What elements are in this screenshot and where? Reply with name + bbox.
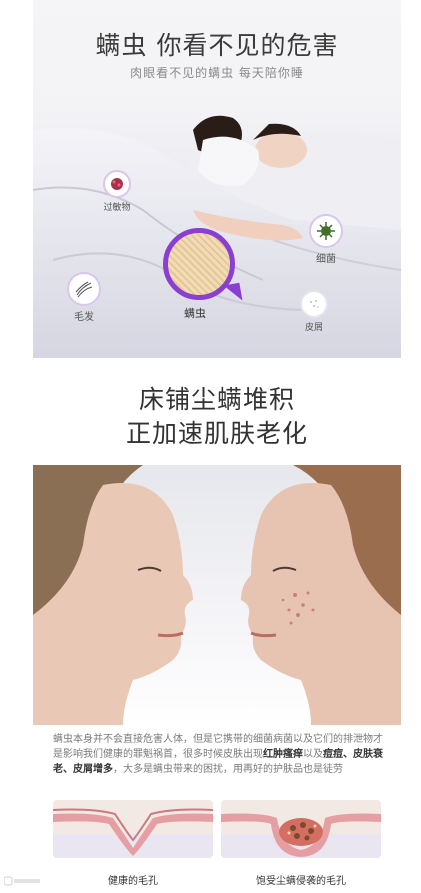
faces-illustration xyxy=(33,465,401,725)
callout-allergen: 过敏物 xyxy=(103,170,131,213)
healthy-pore-diagram xyxy=(53,800,213,858)
hair-label: 毛发 xyxy=(74,312,94,323)
panel2-title-line1: 床铺尘螨堆积 xyxy=(138,385,295,414)
paragraph-part2: 以及 xyxy=(303,749,323,760)
infested-pore-diagram xyxy=(221,800,381,858)
mite-pointer-arrow xyxy=(223,282,243,304)
bacteria-icon xyxy=(309,214,343,248)
callout-dandruff: 皮屑 xyxy=(300,290,328,333)
mite-hazard-panel: 螨虫 你看不见的危害 肉眼看不见的螨虫 每天陪你睡 过敏物 细菌 毛发 皮屑 螨… xyxy=(33,0,401,358)
hair-icon xyxy=(67,272,101,306)
faces-comparison-image xyxy=(33,465,401,725)
paragraph-part3: ，大多是螨虫带来的困扰，用再好的护肤品也是徒劳 xyxy=(113,764,343,775)
panel1-subtitle: 肉眼看不见的螨虫 每天陪你睡 xyxy=(130,66,304,80)
mite-label: 螨虫 xyxy=(184,307,206,320)
paragraph-highlight1: 红肿瘙痒 xyxy=(263,749,303,760)
bacteria-label: 细菌 xyxy=(316,254,336,265)
panel2-title-line2: 正加速肌肤老化 xyxy=(125,419,308,448)
panel1-title: 螨虫 你看不见的危害 xyxy=(95,31,339,60)
mite-explanation-text: 螨虫本身并不会直接危害人体，但是它携带的细菌病菌以及它们的排泄物才是影响我们健康… xyxy=(53,732,387,777)
allergen-label: 过敏物 xyxy=(103,203,131,213)
allergen-icon xyxy=(103,170,131,198)
callout-bacteria: 细菌 xyxy=(309,214,343,265)
page: 螨虫 你看不见的危害 肉眼看不见的螨虫 每天陪你睡 过敏物 细菌 毛发 皮屑 螨… xyxy=(0,0,421,893)
watermark-logo xyxy=(3,876,42,888)
healthy-pore-label: 健康的毛孔 xyxy=(108,876,158,887)
skin-aging-panel: 床铺尘螨堆积 正加速肌肤老化 螨虫本身并不会直接危害人体，但是它携带的细菌病菌以… xyxy=(33,365,401,892)
panel2-title: 床铺尘螨堆积 正加速肌肤老化 xyxy=(33,383,401,451)
dandruff-label: 皮屑 xyxy=(304,323,323,333)
dandruff-icon xyxy=(300,290,328,318)
infested-pore-label: 饱受尘螨侵袭的毛孔 xyxy=(256,876,346,887)
callout-hair: 毛发 xyxy=(67,272,101,323)
